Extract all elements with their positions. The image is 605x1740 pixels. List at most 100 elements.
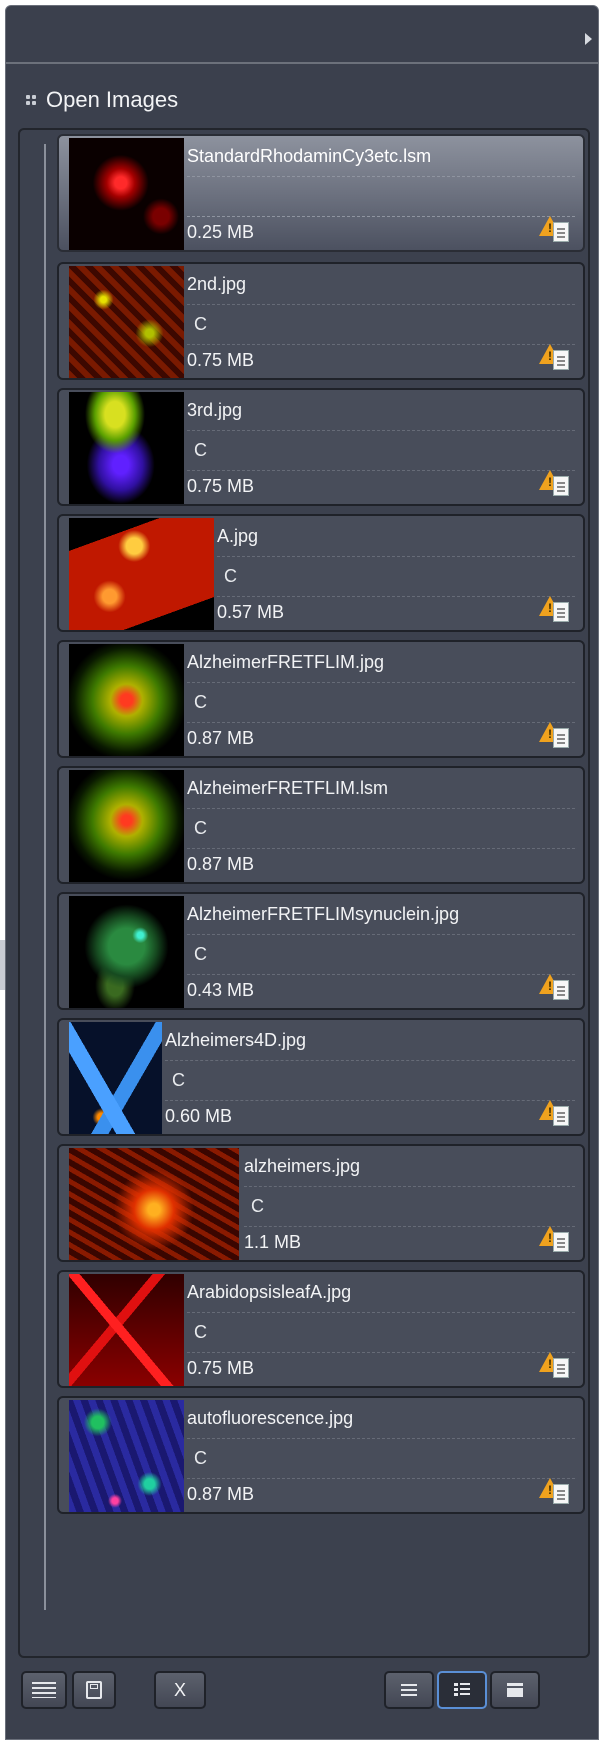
warning-document-icon[interactable]: ! bbox=[539, 720, 569, 748]
list-view-button[interactable] bbox=[384, 1671, 434, 1709]
separator bbox=[187, 470, 575, 471]
save-button[interactable] bbox=[72, 1671, 116, 1709]
close-icon: X bbox=[173, 1679, 186, 1700]
separator bbox=[187, 344, 575, 345]
warning-document-icon[interactable]: ! bbox=[539, 972, 569, 1000]
separator bbox=[187, 176, 575, 177]
image-channel: C bbox=[194, 440, 207, 460]
image-size: 0.75 MB bbox=[187, 350, 255, 370]
image-channel: C bbox=[194, 818, 207, 838]
tree-line bbox=[44, 144, 46, 1610]
list-view-icon bbox=[32, 1682, 56, 1698]
list-menu-button[interactable] bbox=[21, 1671, 67, 1709]
separator bbox=[187, 722, 575, 723]
section-title: Open Images bbox=[46, 87, 179, 112]
image-list-item[interactable]: 2nd.jpg C 0.75 MB ! bbox=[57, 262, 585, 380]
image-thumbnail bbox=[69, 770, 184, 882]
separator bbox=[165, 1100, 575, 1101]
panel-topbar bbox=[6, 6, 598, 64]
image-thumbnail bbox=[69, 896, 184, 1008]
image-thumbnail bbox=[69, 1022, 162, 1134]
image-list-item[interactable]: AlzheimerFRETFLIM.jpg C 0.87 MB ! bbox=[57, 640, 585, 758]
image-channel: C bbox=[194, 1448, 207, 1468]
image-list-item[interactable]: alzheimers.jpg C 1.1 MB ! bbox=[57, 1144, 585, 1262]
warning-document-icon[interactable]: ! bbox=[539, 342, 569, 370]
image-size: 0.60 MB bbox=[165, 1106, 233, 1126]
warning-document-icon[interactable]: ! bbox=[539, 594, 569, 622]
warning-document-icon[interactable]: ! bbox=[539, 468, 569, 496]
image-size: 0.75 MB bbox=[187, 1358, 255, 1378]
warning-document-icon[interactable]: ! bbox=[539, 1476, 569, 1504]
image-thumbnail bbox=[69, 518, 214, 630]
separator bbox=[187, 430, 575, 431]
detail-view-button[interactable] bbox=[437, 1671, 487, 1709]
warning-document-icon[interactable]: ! bbox=[539, 1098, 569, 1126]
image-channel: C bbox=[194, 944, 207, 964]
image-size: 0.43 MB bbox=[187, 980, 255, 1000]
image-thumbnail bbox=[69, 1274, 184, 1386]
separator bbox=[187, 682, 575, 683]
image-list-item[interactable]: A.jpg C 0.57 MB ! bbox=[57, 514, 585, 632]
image-name: 2nd.jpg bbox=[187, 274, 247, 294]
separator bbox=[187, 1438, 575, 1439]
image-list[interactable]: StandardRhodaminCy3etc.lsm 0.25 MB ! 2nd… bbox=[18, 128, 590, 1658]
warning-document-icon[interactable]: ! bbox=[539, 1350, 569, 1378]
image-list-item[interactable]: 3rd.jpg C 0.75 MB ! bbox=[57, 388, 585, 506]
separator bbox=[187, 304, 575, 305]
separator bbox=[244, 1226, 575, 1227]
compact-view-icon bbox=[507, 1683, 523, 1697]
image-name: alzheimers.jpg bbox=[244, 1156, 361, 1176]
image-name: StandardRhodaminCy3etc.lsm bbox=[187, 146, 432, 166]
section-header[interactable]: Open Images bbox=[26, 84, 178, 116]
compact-view-button[interactable] bbox=[490, 1671, 540, 1709]
warning-document-icon[interactable]: ! bbox=[539, 1224, 569, 1252]
separator bbox=[217, 596, 575, 597]
image-size: 0.87 MB bbox=[187, 1484, 255, 1504]
bottom-toolbar: X bbox=[6, 1656, 598, 1740]
image-channel: C bbox=[194, 314, 207, 334]
image-channel: C bbox=[224, 566, 237, 586]
image-channel: C bbox=[194, 692, 207, 712]
open-images-panel: Open Images StandardRhodaminCy3etc.lsm 0… bbox=[5, 5, 599, 1740]
image-name: Alzheimers4D.jpg bbox=[165, 1030, 307, 1050]
separator bbox=[187, 808, 575, 809]
separator bbox=[187, 1352, 575, 1353]
separator bbox=[165, 1060, 575, 1061]
image-size: 0.75 MB bbox=[187, 476, 255, 496]
expand-arrow-icon[interactable] bbox=[585, 33, 592, 45]
separator bbox=[187, 848, 575, 849]
drag-grip-icon[interactable] bbox=[26, 95, 36, 105]
image-thumbnail bbox=[69, 266, 184, 378]
image-thumbnail bbox=[69, 392, 184, 504]
image-name: AlzheimerFRETFLIM.lsm bbox=[187, 778, 389, 798]
separator bbox=[187, 1478, 575, 1479]
image-list-item[interactable]: ArabidopsisleafA.jpg C 0.75 MB ! bbox=[57, 1270, 585, 1388]
separator bbox=[244, 1186, 575, 1187]
image-list-item[interactable]: AlzheimerFRETFLIMsynuclein.jpg C 0.43 MB… bbox=[57, 892, 585, 1010]
image-name: 3rd.jpg bbox=[187, 400, 243, 420]
image-name: AlzheimerFRETFLIM.jpg bbox=[187, 652, 385, 672]
image-list-item[interactable]: autofluorescence.jpg C 0.87 MB ! bbox=[57, 1396, 585, 1514]
image-thumbnail bbox=[69, 1400, 184, 1512]
warning-document-icon[interactable]: ! bbox=[539, 214, 569, 242]
image-name: AlzheimerFRETFLIMsynuclein.jpg bbox=[187, 904, 460, 924]
image-name: autofluorescence.jpg bbox=[187, 1408, 354, 1428]
image-list-item[interactable]: AlzheimerFRETFLIM.lsm C 0.87 MB bbox=[57, 766, 585, 884]
image-channel: C bbox=[251, 1196, 264, 1216]
list-view-icon bbox=[401, 1684, 417, 1696]
image-size: 0.87 MB bbox=[187, 728, 255, 748]
image-size: 0.25 MB bbox=[187, 222, 255, 242]
image-size: 0.87 MB bbox=[187, 854, 255, 874]
save-icon bbox=[86, 1681, 102, 1699]
separator bbox=[187, 1312, 575, 1313]
image-list-item[interactable]: StandardRhodaminCy3etc.lsm 0.25 MB ! bbox=[57, 134, 585, 252]
separator bbox=[217, 556, 575, 557]
image-channel: C bbox=[172, 1070, 185, 1090]
image-thumbnail bbox=[69, 644, 184, 756]
image-name: A.jpg bbox=[217, 526, 259, 546]
image-name: ArabidopsisleafA.jpg bbox=[187, 1282, 352, 1302]
close-image-button[interactable]: X bbox=[154, 1671, 206, 1709]
image-thumbnail bbox=[69, 138, 184, 250]
separator bbox=[187, 216, 575, 217]
image-list-item[interactable]: Alzheimers4D.jpg C 0.60 MB ! bbox=[57, 1018, 585, 1136]
